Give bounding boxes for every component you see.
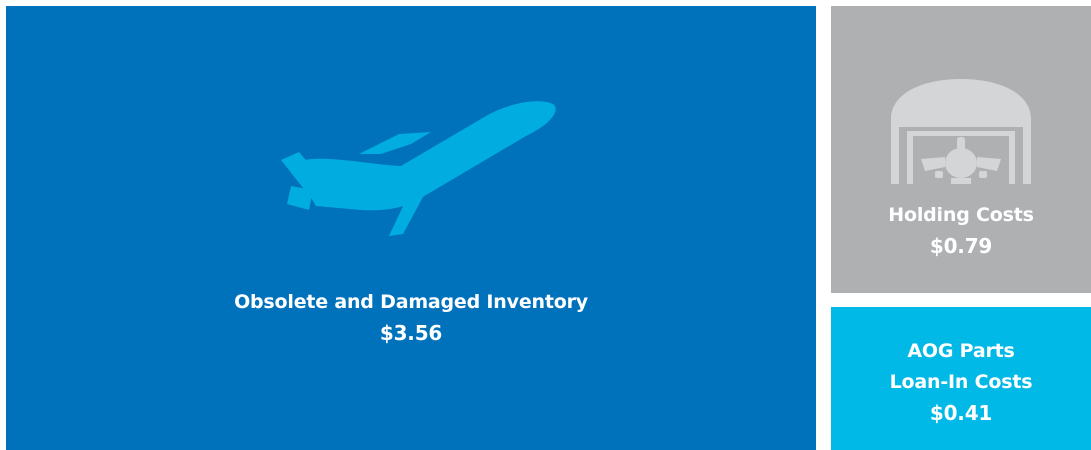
tile-value: $0.41 [929,401,993,425]
tile-label-obsolete-inventory: Obsolete and Damaged Inventory $3.56 [6,287,816,349]
tile-label-holding-costs: Holding Costs $0.79 [831,200,1091,262]
treemap-tile-obsolete-inventory: Obsolete and Damaged Inventory $3.56 [6,6,816,450]
treemap-tile-aog-parts: AOG Parts Loan-In Costs $0.41 [831,307,1091,450]
tile-title: Holding Costs [888,204,1034,226]
treemap-chart: Obsolete and Damaged Inventory $3.56 Hol… [0,0,1091,450]
tile-value: $3.56 [379,321,443,345]
hangar-icon [891,79,1031,184]
tile-title-line-1: AOG Parts [907,340,1015,362]
tile-title-line-2: Loan-In Costs [889,371,1033,393]
tile-title: Obsolete and Damaged Inventory [234,291,588,313]
airplane-takeoff-icon [281,101,556,236]
treemap-tile-holding-costs: Holding Costs $0.79 [831,6,1091,293]
tile-label-aog-parts: AOG Parts Loan-In Costs $0.41 [831,336,1091,429]
tile-value: $0.79 [929,234,993,258]
